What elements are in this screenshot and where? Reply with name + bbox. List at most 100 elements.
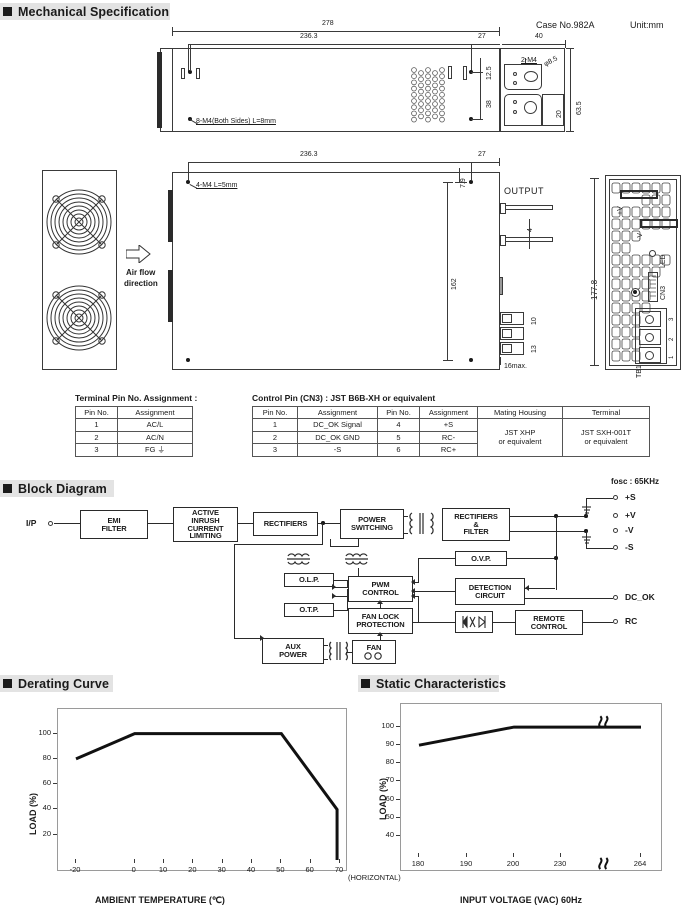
rc-line2: CONTROL (530, 621, 568, 631)
output-label: OUTPUT (504, 186, 544, 196)
dim-16max: 16max. (504, 363, 527, 370)
terminal-line1: JST SXH-001T (580, 428, 632, 438)
x-tick (640, 853, 641, 857)
cell-pin-b: 4 (377, 418, 420, 432)
cell-pin: 1 (75, 418, 118, 432)
block-aux-power: AUX POWER (262, 638, 324, 664)
section-title-block-diagram: Block Diagram (18, 481, 107, 496)
th-mating-housing: Mating Housing (477, 405, 563, 420)
cell-pin-a: 1 (252, 418, 298, 432)
mating-housing-line1: JST XHP (504, 428, 536, 438)
x-tick (75, 859, 76, 863)
x-tick-label: 180 (411, 859, 425, 868)
x-tick (339, 859, 340, 863)
y-tick-label: 80 (42, 752, 51, 762)
x-tick (418, 853, 419, 857)
th-assignment-1: Assignment (297, 405, 378, 420)
y-tick (396, 780, 400, 782)
cell-assign-a: DC_OK GND (297, 430, 378, 445)
note-4-m4: 4-M4 L=5mm (196, 182, 238, 189)
section-header-static-characteristics: Static Characteristics (358, 675, 506, 692)
case-number: Case No.982A (536, 20, 595, 30)
rf-line3: FILTER (463, 527, 489, 537)
pwm-transformer-icon (345, 553, 368, 565)
panel-plus-v-label: +V (617, 206, 624, 215)
y-tick (396, 834, 400, 836)
cell-pin-a: 2 (252, 430, 298, 445)
section-title-static-characteristics: Static Characteristics (376, 676, 507, 691)
y-tick (396, 726, 400, 728)
terminal-line2: or equivalent (584, 437, 628, 447)
pwm-line2: CONTROL (362, 588, 399, 597)
y-tick (396, 798, 400, 800)
dim-10: 10 (531, 317, 538, 325)
y-tick (396, 816, 400, 818)
x-tick (221, 859, 223, 863)
terminal-table-caption: Terminal Pin No. Assignment : (75, 393, 198, 403)
ovp-label: O.V.P. (471, 553, 491, 563)
cell-assign-b: +S (419, 418, 478, 432)
x-tick-label: 0 (131, 865, 136, 874)
block-ovp: O.V.P. (455, 551, 507, 566)
static-characteristics-line (418, 715, 641, 870)
cell-mating-housing: JST XHP or equivalent (477, 418, 563, 457)
derating-horizontal-annotation: (HORIZONTAL) (348, 873, 401, 882)
x-tick-label: 264 (633, 859, 647, 868)
main-transformer-icon (409, 512, 434, 535)
y-tick-label: 60 (42, 778, 51, 788)
dim-12-5: 12.5 (486, 66, 493, 80)
th-pin-no-2: Pin No. (377, 405, 420, 420)
fan-icon (364, 652, 382, 660)
table-row: 1 DC_OK Signal 4 +S JST XHP or equivalen… (252, 418, 650, 457)
cell-pin: 3 (75, 443, 118, 457)
bullet-square-icon (3, 679, 12, 688)
section-header-block-diagram: Block Diagram (0, 480, 114, 497)
th-terminal: Terminal (562, 405, 650, 420)
datasheet-page: Mechanical Specification Case No.982A Un… (0, 0, 700, 913)
cell-terminal: JST SXH-001T or equivalent (562, 418, 650, 457)
dim-2-m4: 2-M4 (521, 57, 537, 64)
y-tick-label: 80 (385, 757, 394, 767)
static-x-axis-title: INPUT VOLTAGE (VAC) 60Hz (460, 895, 583, 905)
cell-assignment: AC/L (117, 418, 193, 432)
dim-40: 40 (535, 33, 543, 40)
th-pin-no: Pin No. (75, 405, 118, 420)
fan-grilles (46, 189, 112, 351)
section-title-mechanical: Mechanical Specification (18, 4, 170, 19)
cell-pin-b: 5 (377, 430, 420, 445)
det-line2: CIRCUIT (475, 590, 505, 600)
dim-38: 38 (486, 100, 493, 108)
cell-assignment: AC/N (117, 430, 193, 445)
y-tick (53, 732, 57, 734)
table-row: 2 AC/N (75, 430, 193, 445)
dim-13: 13 (531, 345, 538, 353)
panel-minus-v-label: -V (637, 233, 644, 240)
y-tick-label: 40 (385, 829, 394, 839)
terminal-rc: RC (625, 616, 638, 626)
derating-y-axis-title: LOAD (%) (28, 793, 38, 835)
block-fan-lock-protection: FAN LOCK PROTECTION (348, 608, 413, 634)
olp-label: O.L.P. (298, 575, 320, 585)
x-tick (133, 859, 135, 863)
x-tick (466, 853, 467, 857)
static-chart-plot-area (400, 703, 662, 871)
fl-line2: PROTECTION (356, 620, 405, 629)
dim-27-mid: 27 (478, 151, 486, 158)
dim-20: 20 (556, 110, 563, 118)
dim-162: 162 (451, 278, 458, 290)
y-tick (396, 744, 400, 746)
x-tick (309, 859, 311, 863)
dim-7-9: 7.9 (460, 178, 467, 188)
terminal-pin-table: Pin No. Assignment 1 AC/L 2 AC/N 3 FG ⏚ (75, 405, 193, 457)
block-opto-isolator (455, 611, 493, 633)
mating-housing-line2: or equivalent (498, 437, 542, 447)
block-otp: O.T.P. (284, 603, 334, 617)
block-rectifiers: RECTIFIERS (253, 512, 318, 536)
tb-pin-2: 2 (669, 337, 675, 341)
section-header-derating-curve: Derating Curve (0, 675, 113, 692)
block-fan: FAN (352, 640, 396, 664)
x-tick-label: 60 (305, 865, 314, 874)
block-pwm-control: PWM CONTROL (348, 576, 413, 602)
th-assignment-2: Assignment (419, 405, 478, 420)
block-rectifiers-filter: RECTIFIERS & FILTER (442, 508, 510, 541)
